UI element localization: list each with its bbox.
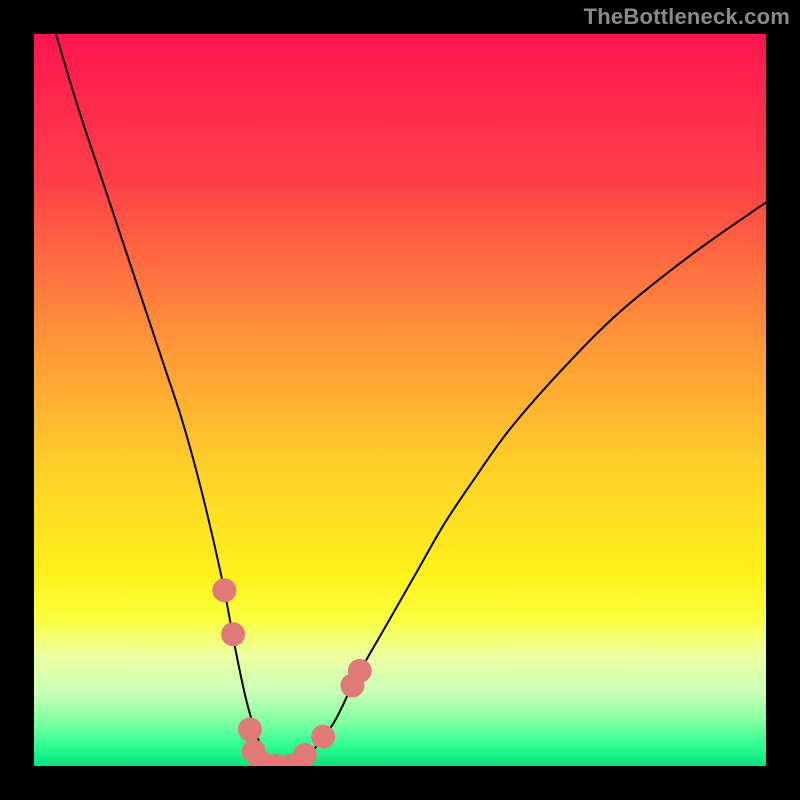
marker-layer bbox=[34, 34, 766, 766]
marker-point bbox=[293, 743, 317, 766]
marker-point bbox=[238, 717, 262, 741]
watermark-label: TheBottleneck.com bbox=[584, 4, 790, 30]
chart-frame: TheBottleneck.com bbox=[0, 0, 800, 800]
marker-point bbox=[221, 622, 245, 646]
marker-point bbox=[212, 578, 236, 602]
plot-area bbox=[34, 34, 766, 766]
marker-point bbox=[348, 659, 372, 683]
marker-point bbox=[311, 725, 335, 749]
